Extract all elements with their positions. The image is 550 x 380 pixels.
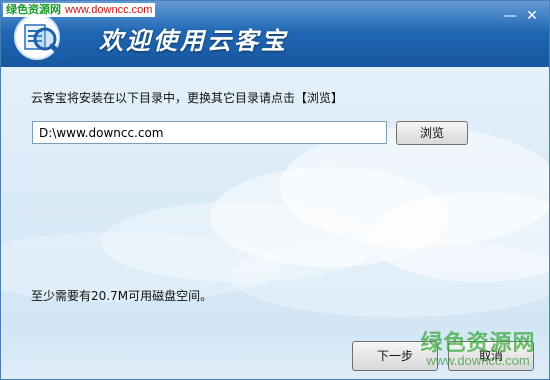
install-path-input[interactable] [32, 121, 387, 144]
magnifier-document-icon [14, 14, 66, 60]
disk-space-note: 至少需要有20.7M可用磁盘空间。 [31, 289, 213, 303]
app-title: 欢迎使用云客宝 [99, 27, 288, 55]
install-instruction: 云客宝将安装在以下目录中，更换其它目录请点击【浏览】 [31, 91, 344, 105]
minimize-button[interactable]: — [501, 7, 519, 25]
next-button[interactable]: 下一步 [352, 341, 438, 371]
cancel-button[interactable]: 取消 [448, 341, 534, 371]
close-button[interactable]: ✕ [523, 7, 541, 25]
watermark-site-name: 绿色资源网 [6, 4, 61, 16]
site-watermark-top: 绿色资源网 www.downcc.com [3, 3, 156, 17]
installer-window: 绿色资源网 www.downcc.com 欢迎使用云客宝 — ✕ 云客宝将安装在以… [0, 0, 550, 380]
watermark-url: www.downcc.com [65, 4, 153, 16]
title-header: 绿色资源网 www.downcc.com 欢迎使用云客宝 — ✕ [1, 1, 549, 67]
browse-button[interactable]: 浏览 [396, 121, 468, 145]
